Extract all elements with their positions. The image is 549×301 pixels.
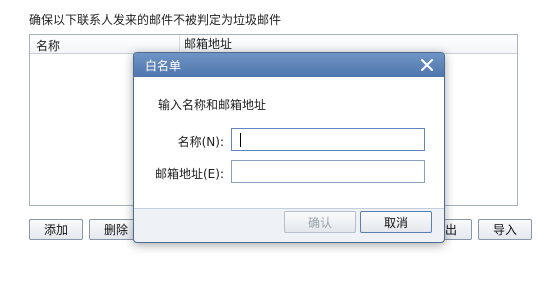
- column-header-address[interactable]: 邮箱地址: [179, 35, 232, 51]
- add-button[interactable]: 添加: [29, 219, 83, 240]
- cancel-button[interactable]: 取消: [360, 211, 432, 233]
- name-input[interactable]: [231, 128, 425, 151]
- dialog-titlebar[interactable]: 白名单: [134, 53, 444, 77]
- email-input[interactable]: [231, 160, 425, 183]
- close-icon[interactable]: [418, 56, 436, 74]
- instruction-text: 确保以下联系人发来的邮件不被判定为垃圾邮件: [29, 13, 282, 27]
- dialog-body: 输入名称和邮箱地址 名称(N): 邮箱地址(E):: [134, 77, 444, 209]
- whitelist-dialog: 白名单 输入名称和邮箱地址 名称(N): 邮箱地址(E): 确认 取消: [133, 52, 445, 243]
- confirm-button[interactable]: 确认: [284, 211, 356, 233]
- email-label: 邮箱地址(E):: [155, 167, 224, 181]
- import-button[interactable]: 导入: [478, 219, 532, 240]
- close-icon-glyph: [421, 59, 433, 71]
- text-caret: [240, 133, 241, 147]
- dialog-prompt: 输入名称和邮箱地址: [158, 98, 267, 112]
- column-header-name[interactable]: 名称: [36, 37, 60, 54]
- name-label: 名称(N):: [177, 135, 224, 149]
- dialog-title: 白名单: [145, 59, 182, 73]
